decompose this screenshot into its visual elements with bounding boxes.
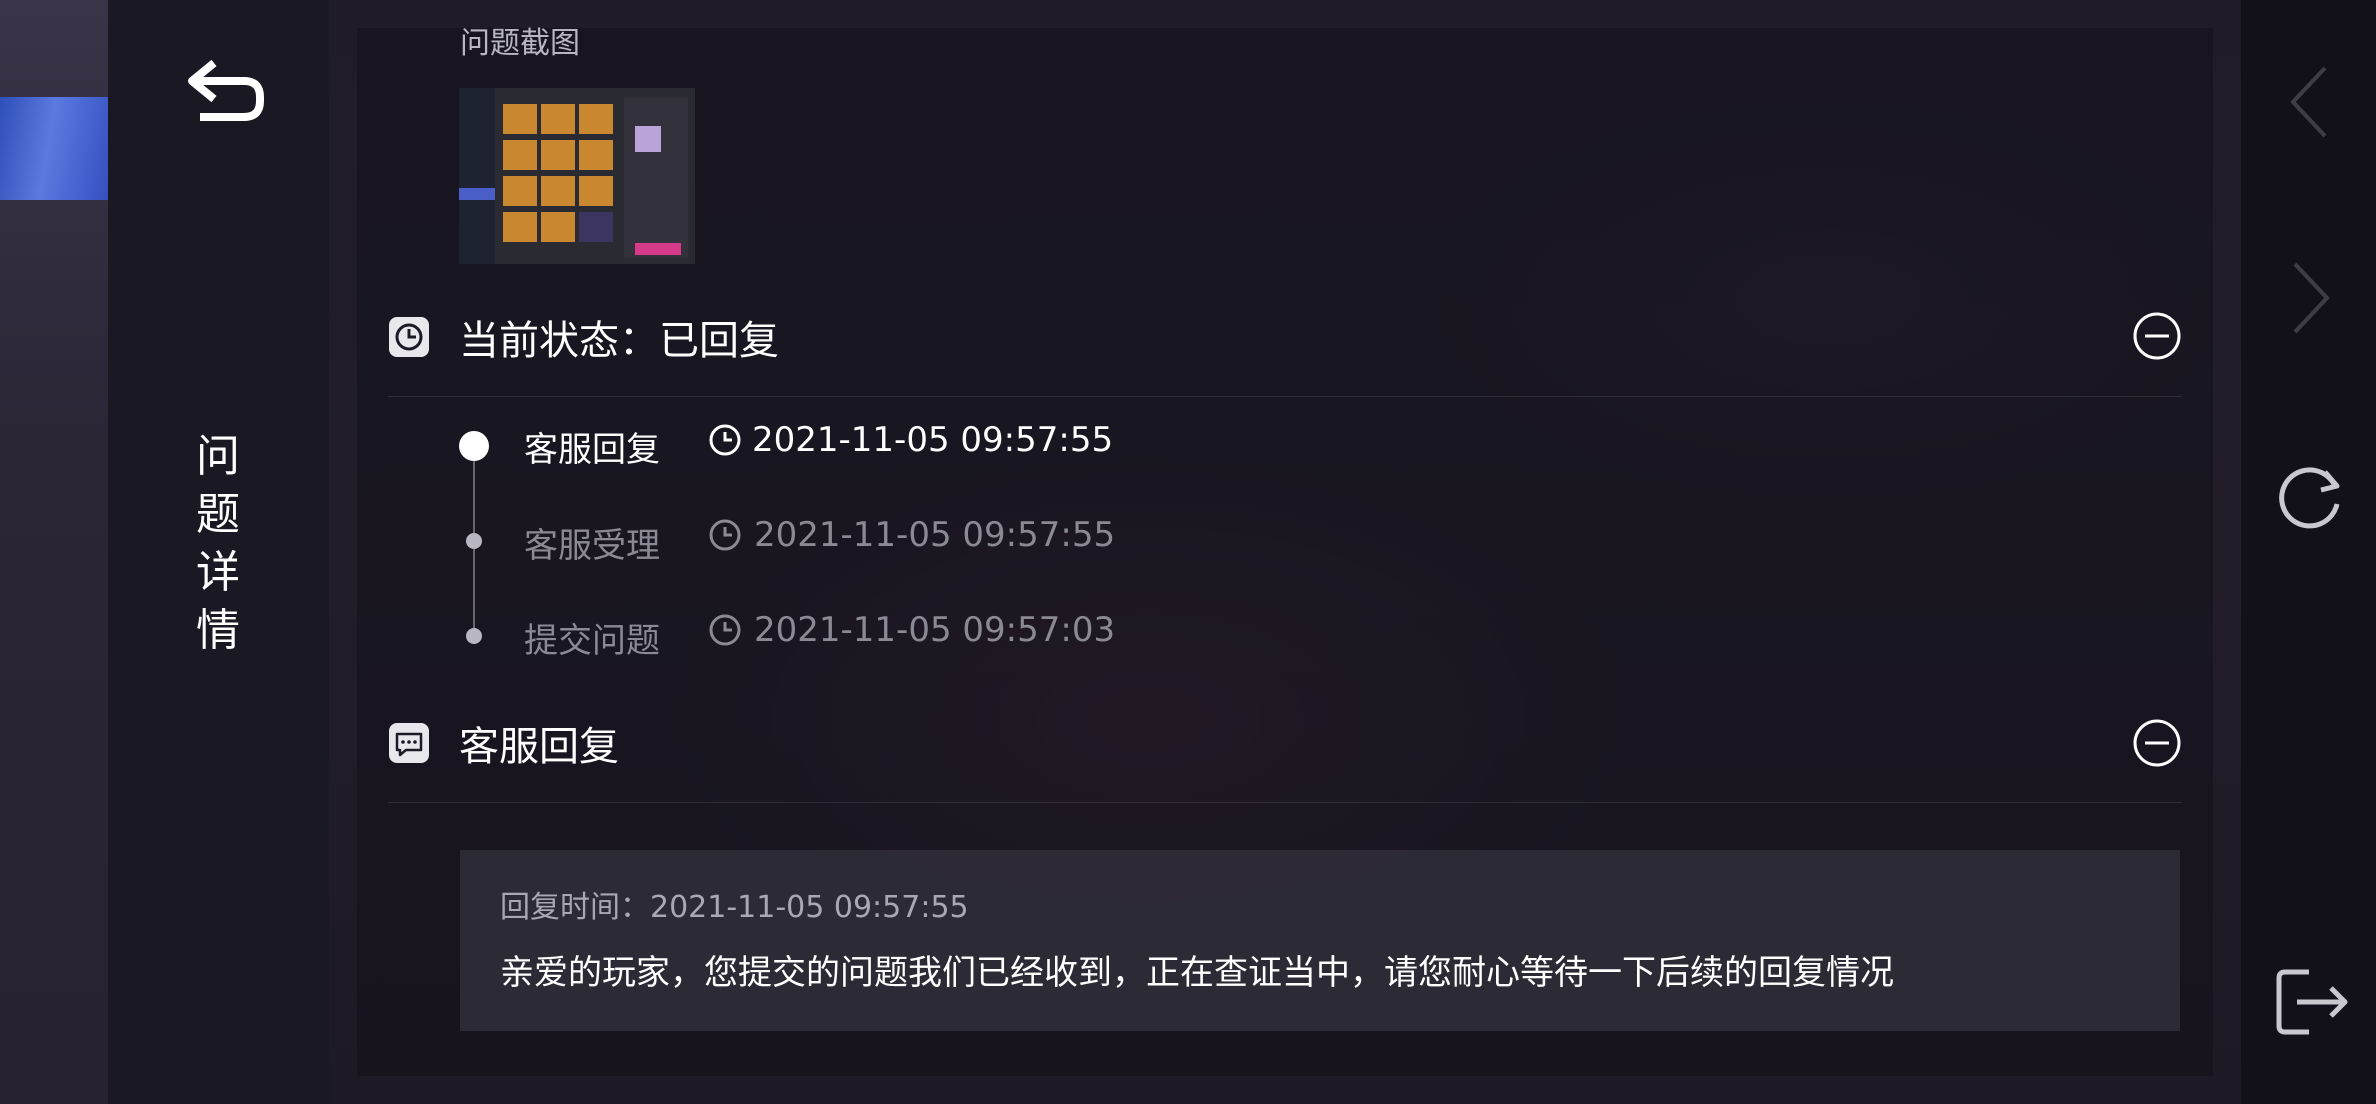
- exit-button[interactable]: [2275, 966, 2351, 1042]
- screenshot-label: 问题截图: [460, 26, 580, 61]
- reply-section-icon-wrap: [388, 722, 430, 768]
- left-edge-tab[interactable]: [0, 97, 108, 200]
- chat-bubble-icon: [389, 723, 429, 763]
- page-title-char: 情: [196, 605, 240, 656]
- issue-screenshot-thumbnail[interactable]: [459, 88, 695, 264]
- reply-message: 亲爱的玩家，您提交的问题我们已经收到，正在查证当中，请您耐心等待一下后续的回复情…: [500, 953, 1894, 993]
- clock-icon: [709, 424, 741, 456]
- divider: [388, 396, 2182, 397]
- refresh-icon: [2279, 467, 2340, 529]
- timeline-clock-wrap: [708, 613, 742, 651]
- timeline-time: 2021-11-05 09:57:03: [754, 610, 1116, 650]
- timeline-dot: [466, 628, 482, 644]
- exit-icon: [2276, 969, 2348, 1035]
- timeline-time: 2021-11-05 09:57:55: [754, 515, 1116, 555]
- chevron-left-icon: [2290, 66, 2327, 138]
- reply-collapse-button[interactable]: [2132, 718, 2182, 768]
- screenshot-image: [459, 88, 695, 264]
- page-title-char: 详: [196, 547, 240, 598]
- timeline-time: 2021-11-05 09:57:55: [752, 420, 1114, 460]
- page-title-char: 问: [196, 431, 240, 482]
- refresh-button[interactable]: [2275, 462, 2347, 538]
- clock-icon: [389, 317, 429, 357]
- status-title: 当前状态：已回复: [459, 318, 779, 364]
- clock-icon: [709, 519, 741, 551]
- timeline-label: 客服回复: [524, 430, 660, 470]
- page-title-char: 题: [196, 489, 240, 540]
- reply-time: 回复时间：2021-11-05 09:57:55: [500, 890, 969, 925]
- timeline-dot-active: [459, 431, 489, 461]
- timeline-label: 客服受理: [524, 526, 660, 566]
- reply-title: 客服回复: [459, 724, 619, 770]
- back-button[interactable]: [184, 55, 270, 125]
- minus-circle-icon: [2133, 719, 2181, 767]
- nav-forward-button[interactable]: [2289, 258, 2333, 342]
- right-nav-bar: [2241, 0, 2376, 1104]
- timeline-dot: [466, 533, 482, 549]
- side-panel: 问 题 详 情: [108, 0, 329, 1104]
- status-collapse-button[interactable]: [2132, 311, 2182, 361]
- timeline-clock-wrap: [708, 518, 742, 556]
- clock-icon: [709, 614, 741, 646]
- minus-circle-icon: [2133, 312, 2181, 360]
- reply-message-box: 回复时间：2021-11-05 09:57:55 亲爱的玩家，您提交的问题我们已…: [460, 850, 2180, 1031]
- chevron-right-icon: [2293, 262, 2330, 334]
- nav-back-button[interactable]: [2287, 62, 2331, 146]
- page-title: 问 题 详 情: [168, 428, 268, 660]
- divider: [388, 802, 2182, 803]
- timeline-clock-wrap: [708, 423, 742, 461]
- left-edge-strip: [0, 0, 108, 1104]
- status-section-icon-wrap: [388, 316, 430, 362]
- timeline-label: 提交问题: [524, 621, 660, 661]
- back-arrow-icon: [188, 59, 264, 121]
